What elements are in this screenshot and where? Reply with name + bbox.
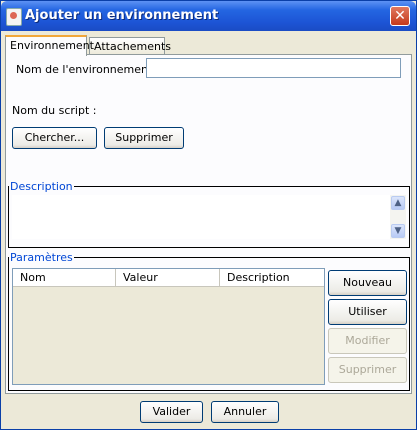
parameters-group: Paramètres Nom Valeur Description Nouvea…	[8, 251, 410, 391]
java-app-icon	[6, 8, 22, 26]
column-header-description[interactable]: Description	[220, 269, 324, 287]
use-parameter-button[interactable]: Utiliser	[328, 299, 407, 325]
tab-environnement[interactable]: Environnement	[5, 35, 94, 56]
description-textarea[interactable]	[12, 195, 390, 239]
edit-parameter-button[interactable]: Modifier	[328, 328, 407, 354]
delete-parameter-button[interactable]: Supprimer	[328, 357, 407, 383]
delete-script-button[interactable]: Supprimer	[104, 127, 184, 149]
description-group: Description ▲ ▼	[8, 180, 410, 248]
new-parameter-button[interactable]: Nouveau	[328, 270, 407, 296]
scroll-down-icon[interactable]: ▼	[391, 224, 405, 238]
browse-script-button[interactable]: Chercher...	[12, 127, 97, 149]
description-legend: Description	[10, 180, 73, 193]
parameters-table[interactable]: Nom Valeur Description	[12, 268, 325, 385]
column-header-nom[interactable]: Nom	[13, 269, 116, 287]
title-bar[interactable]: Ajouter un environnement ✕	[1, 1, 416, 31]
validate-button[interactable]: Valider	[140, 401, 203, 423]
close-button[interactable]: ✕	[390, 6, 410, 26]
parameters-legend: Paramètres	[10, 251, 73, 264]
dialog-window: Ajouter un environnement ✕ Environnement…	[0, 0, 417, 430]
tab-attachements[interactable]: Attachements	[89, 37, 171, 55]
env-name-input[interactable]	[146, 58, 401, 78]
window-title: Ajouter un environnement	[25, 8, 219, 23]
column-header-valeur[interactable]: Valeur	[116, 269, 220, 287]
tab-panel-environnement: Nom de l'environnement : Nom du script :…	[5, 54, 412, 394]
env-name-label: Nom de l'environnement :	[16, 63, 160, 76]
description-scrollbar[interactable]: ▲ ▼	[390, 195, 406, 239]
scroll-up-icon[interactable]: ▲	[391, 196, 405, 210]
cancel-button[interactable]: Annuler	[211, 401, 279, 423]
script-name-label: Nom du script :	[12, 104, 97, 117]
